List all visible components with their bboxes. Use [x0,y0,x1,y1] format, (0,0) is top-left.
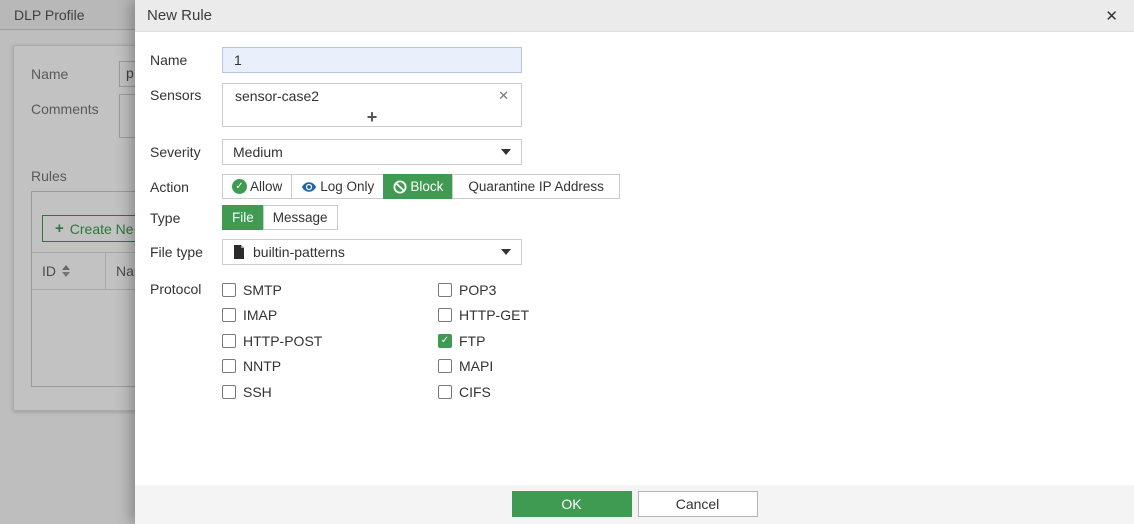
checkbox-icon [438,282,452,297]
block-icon [393,180,407,194]
protocol-label: Protocol [150,281,202,297]
action-log-only-button[interactable]: Log Only [291,174,385,199]
type-label: Type [150,209,181,226]
dialog-header: New Rule ✕ [135,0,1134,32]
checkbox-icon [222,359,236,374]
protocol-checkbox-cifs[interactable]: CIFS [438,379,654,405]
checkbox-icon [222,333,236,348]
action-label: Action [150,178,189,195]
sensor-entry: sensor-case2 [223,84,521,107]
add-sensor-button[interactable]: + [223,107,521,127]
dialog-title: New Rule [147,7,213,24]
screen: DLP Profile Name p Comments Rules + Crea… [0,0,1134,524]
file-type-select[interactable]: builtin-patterns [222,239,522,265]
remove-sensor-icon[interactable]: ✕ [498,88,509,104]
name-label: Name [150,52,188,68]
eye-icon [301,179,317,195]
type-file-button[interactable]: File [222,205,264,230]
protocol-checkbox-imap[interactable]: IMAP [222,303,438,329]
protocol-checkbox-pop3[interactable]: POP3 [438,277,654,303]
checkbox-icon [438,359,452,374]
type-message-button[interactable]: Message [262,205,338,230]
action-quarantine-button[interactable]: Quarantine IP Address [452,174,620,199]
sensor-entry-name: sensor-case2 [235,87,320,104]
checkbox-icon [438,384,452,399]
protocol-checkbox-mapi[interactable]: MAPI [438,354,654,380]
protocol-checkbox-ssh[interactable]: SSH [222,379,438,405]
name-input[interactable] [222,47,522,73]
protocol-checkbox-http-get[interactable]: HTTP-GET [438,303,654,329]
close-icon[interactable]: ✕ [1105,7,1118,25]
protocol-checkbox-smtp[interactable]: SMTP [222,277,438,303]
file-type-value: builtin-patterns [253,244,345,260]
type-segmented-control: File Message [222,205,338,230]
action-segmented-control: ✓ Allow Log Only Block Quarantine IP Add… [222,174,620,199]
chevron-down-icon [501,249,511,255]
checkbox-icon [222,384,236,399]
file-type-label: File type [150,244,203,260]
severity-label: Severity [150,144,201,160]
checkbox-icon [222,282,236,297]
cancel-button[interactable]: Cancel [637,491,758,517]
checkbox-icon [438,333,452,348]
checkbox-icon [222,308,236,323]
severity-value: Medium [233,144,283,160]
file-icon [233,245,245,259]
protocol-checkbox-grid: SMTP IMAP HTTP-POST NNTP SSH POP3 HTTP-G… [222,277,654,405]
action-block-button[interactable]: Block [383,174,454,199]
new-rule-dialog: New Rule ✕ Name Sensors sensor-case2 ✕ +… [135,0,1134,524]
chevron-down-icon [501,149,511,155]
ok-button[interactable]: OK [511,491,632,517]
sensors-label: Sensors [150,87,202,103]
checkbox-icon [438,308,452,323]
protocol-checkbox-http-post[interactable]: HTTP-POST [222,328,438,354]
action-allow-button[interactable]: ✓ Allow [222,174,293,199]
dialog-footer: OK Cancel [135,485,1134,524]
protocol-checkbox-nntp[interactable]: NNTP [222,354,438,380]
sensors-field[interactable]: sensor-case2 ✕ + [222,83,522,127]
check-circle-icon: ✓ [232,179,247,194]
protocol-checkbox-ftp[interactable]: FTP [438,328,654,354]
severity-select[interactable]: Medium [222,139,522,165]
